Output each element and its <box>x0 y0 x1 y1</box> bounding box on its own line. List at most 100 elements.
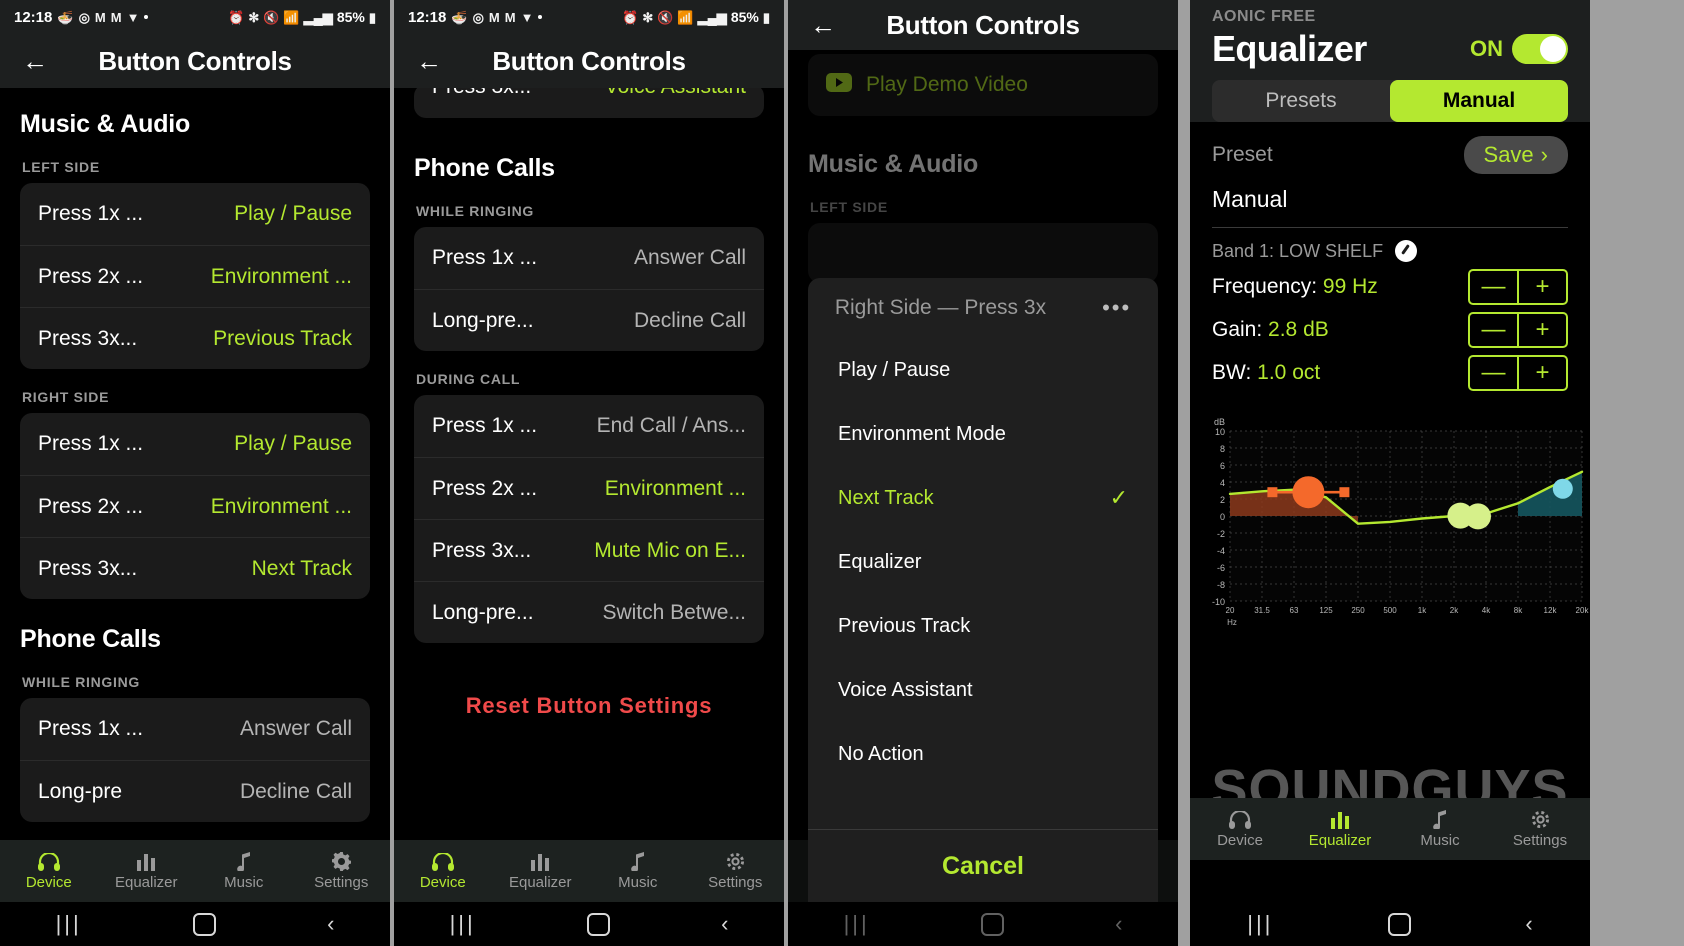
recents-button[interactable]: ||| <box>1247 911 1273 937</box>
nav-item-device[interactable]: Device <box>394 851 492 891</box>
panel2-content: Press 3x... Voice Assistant Phone Calls … <box>394 88 784 946</box>
table-row[interactable]: Long-pre... Switch Betwe... <box>414 581 764 643</box>
bw-minus-button[interactable]: — <box>1468 355 1518 391</box>
table-row[interactable]: Press 1x ... Play / Pause <box>20 413 370 475</box>
gain-minus-button[interactable]: — <box>1468 312 1518 348</box>
gain-plus-button[interactable]: + <box>1518 312 1568 348</box>
nav-label: Equalizer <box>114 874 178 891</box>
headphones-icon <box>37 851 60 871</box>
option-label: Previous Track <box>838 614 971 637</box>
table-row[interactable]: Long-pre... Decline Call <box>414 289 764 351</box>
svg-text:2: 2 <box>1220 495 1225 505</box>
nav-item-music[interactable]: Music <box>195 851 293 891</box>
table-row[interactable]: Press 2x ... Environment ... <box>20 245 370 307</box>
alarm-icon: ⏰ <box>228 9 245 25</box>
sheet-option-next-track[interactable]: Next Track ✓ <box>808 466 1158 530</box>
bw-plus-button[interactable]: + <box>1518 355 1568 391</box>
eq-chart-svg[interactable]: 1086420-2-4-6-8-10dB20 31.5 63 125 250 500 1k 2… <box>1190 413 1590 633</box>
nav-item-equalizer[interactable]: Equalizer <box>1290 809 1390 849</box>
equalizer-toggle[interactable] <box>1512 34 1568 64</box>
recents-button[interactable]: ||| <box>56 911 82 937</box>
table-row[interactable]: Long-pre Decline Call <box>20 760 370 822</box>
param-value: 99 <box>1322 275 1347 298</box>
svg-text:8: 8 <box>1220 444 1225 454</box>
knob-icon[interactable] <box>1395 240 1418 262</box>
table-row[interactable]: Press 1x ... Answer Call <box>414 227 764 289</box>
frequency-plus-button[interactable]: + <box>1518 269 1568 305</box>
band-row: Band 1: LOW SHELF <box>1190 228 1590 262</box>
svg-text:31.5: 31.5 <box>1254 606 1270 615</box>
back-button[interactable]: ‹ <box>1525 911 1532 937</box>
save-button[interactable]: Save › <box>1463 136 1568 174</box>
recents-button[interactable]: ||| <box>450 911 476 937</box>
sheet-option-play-pause[interactable]: Play / Pause <box>808 338 1158 402</box>
svg-text:20k: 20k <box>1576 606 1590 615</box>
arrow-left-icon[interactable]: ← <box>416 48 442 74</box>
eq-chart[interactable]: 10 8 6 4 2 0 -2 -4 -6 -8 -10 dB 20 31.5 63 125 250 500 1k 2… <box>1190 413 1590 638</box>
action-sheet: Right Side — Press 3x more-dots-icon •••… <box>808 278 1158 902</box>
nav-item-settings[interactable]: Settings <box>1490 809 1590 849</box>
nav-item-settings[interactable]: Settings <box>293 851 391 891</box>
table-row[interactable]: Press 1x ... Play / Pause <box>20 183 370 245</box>
param-unit: Hz <box>1352 275 1378 298</box>
arrow-left-icon[interactable]: ← <box>22 48 48 74</box>
bars-icon <box>530 851 550 871</box>
nav-item-equalizer[interactable]: Equalizer <box>492 851 590 891</box>
svg-text:4k: 4k <box>1482 606 1491 615</box>
battery-icon: ▮ <box>368 9 376 25</box>
svg-text:-8: -8 <box>1217 580 1225 590</box>
nav-label: Device <box>1217 832 1263 849</box>
sheet-option-equalizer[interactable]: Equalizer <box>808 530 1158 594</box>
back-button[interactable]: ‹ <box>327 911 334 937</box>
param-value: 2.8 <box>1268 318 1298 341</box>
status-time: 12:18 <box>14 8 53 26</box>
tab-manual[interactable]: Manual <box>1390 80 1568 122</box>
phone-panel-2: 12:18 🍜 ◎ M M ▼ ⏰ ✻ 🔇 📶 ▂▄▆ 85% ▮ ← Butt… <box>394 0 784 946</box>
mute-icon: 🔇 <box>657 9 674 25</box>
nav-item-music[interactable]: Music <box>1390 809 1490 849</box>
right-side-card: Press 1x ... Play / Pause Press 2x ... E… <box>20 413 370 599</box>
sheet-option-previous-track[interactable]: Previous Track <box>808 594 1158 658</box>
cancel-button[interactable]: Cancel <box>808 829 1158 902</box>
table-row[interactable]: Press 3x... Previous Track <box>20 307 370 369</box>
sheet-option-environment-mode[interactable]: Environment Mode <box>808 402 1158 466</box>
more-dots-glyph[interactable]: ••• <box>1102 295 1131 321</box>
frequency-minus-button[interactable]: — <box>1468 269 1518 305</box>
row-value: Play / Pause <box>234 432 352 455</box>
table-row[interactable]: Press 3x... Voice Assistant <box>414 88 764 104</box>
section-header-calls: Phone Calls <box>20 625 161 653</box>
arrow-left-icon[interactable]: ← <box>810 12 836 38</box>
table-row[interactable]: Press 3x... Mute Mic on E... <box>414 519 764 581</box>
row-value: Mute Mic on E... <box>594 538 746 562</box>
svg-text:dB: dB <box>1214 417 1225 427</box>
svg-text:Hz: Hz <box>1227 618 1237 627</box>
tab-presets[interactable]: Presets <box>1212 80 1390 122</box>
table-row[interactable]: Press 2x ... Environment ... <box>414 457 764 519</box>
svg-text:1k: 1k <box>1418 606 1427 615</box>
home-button[interactable] <box>192 912 216 936</box>
table-row[interactable]: Press 1x ... End Call / Ans... <box>414 395 764 457</box>
bluetooth-icon: ✻ <box>642 9 654 25</box>
table-row[interactable]: Press 2x ... Environment ... <box>20 475 370 537</box>
status-bar: 12:18 🍜 ◎ M M ▼ ⏰ ✻ 🔇 📶 ▂▄▆ 85% ▮ <box>394 0 784 34</box>
back-button[interactable]: ‹ <box>721 911 728 937</box>
table-row[interactable]: Press 3x... Next Track <box>20 537 370 599</box>
sheet-option-voice-assistant[interactable]: Voice Assistant <box>808 658 1158 722</box>
app-bar: ← Button Controls <box>788 0 1178 50</box>
row-value: Play / Pause <box>234 202 352 225</box>
nav-item-device[interactable]: Device <box>0 851 98 891</box>
nav-item-settings[interactable]: Settings <box>687 851 785 891</box>
sheet-option-no-action[interactable]: No Action <box>808 722 1158 786</box>
svg-text:-4: -4 <box>1217 546 1225 556</box>
nav-item-music[interactable]: Music <box>589 851 687 891</box>
nav-item-device[interactable]: Device <box>1190 809 1290 849</box>
table-row[interactable]: Press 1x ... Answer Call <box>20 698 370 760</box>
panel1-content: Music & Audio LEFT SIDE Press 1x ... Pla… <box>0 88 390 946</box>
home-button[interactable] <box>586 912 610 936</box>
svg-text:10: 10 <box>1215 427 1225 437</box>
home-button[interactable] <box>1387 912 1411 936</box>
row-label: Press 2x ... <box>38 494 144 518</box>
param-text: Gain: 2.8 dB <box>1212 318 1329 342</box>
nav-item-equalizer[interactable]: Equalizer <box>98 851 196 891</box>
reset-button-settings-button[interactable]: Reset Button Settings <box>394 693 784 719</box>
